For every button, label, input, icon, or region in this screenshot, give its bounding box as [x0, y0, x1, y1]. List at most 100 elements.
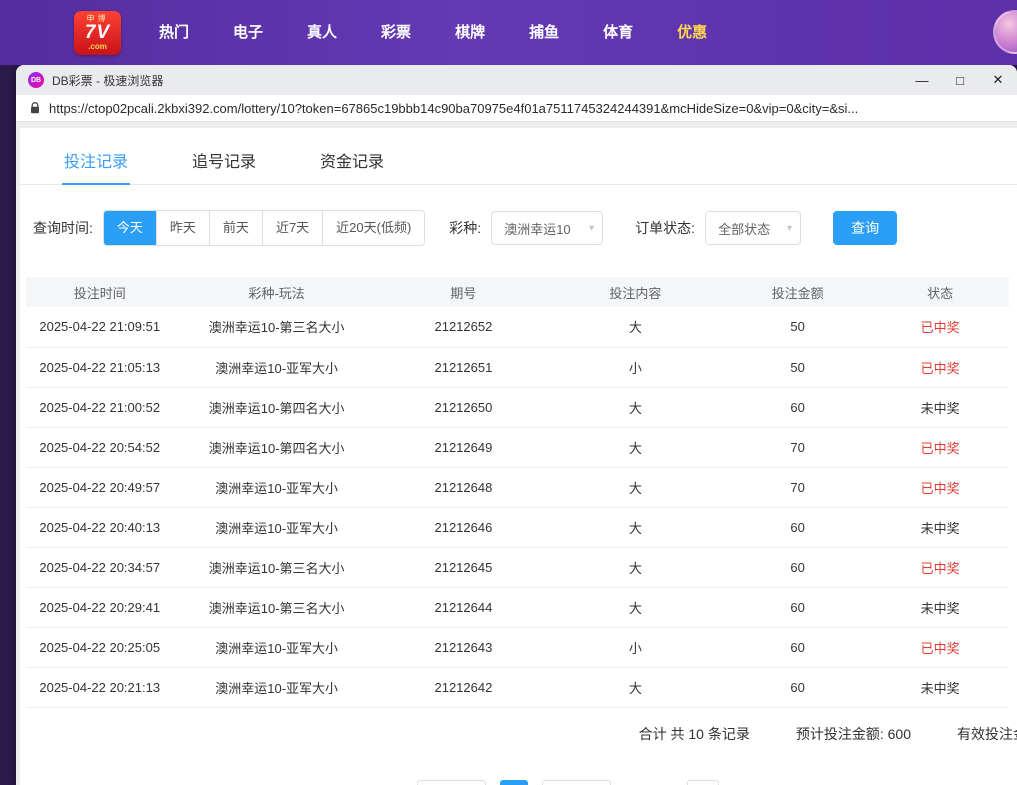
table-cell: 2025-04-22 20:54:52 — [26, 427, 173, 467]
records-card: 投注记录 追号记录 资金记录 查询时间: 今天昨天前天近7天近20天(低频) 彩种:… — [20, 128, 1017, 785]
nav-item-热门[interactable]: 热门 — [137, 0, 211, 65]
nav-item-优惠[interactable]: 优惠 — [655, 0, 729, 65]
window-title: DB彩票 - 极速浏览器 — [52, 72, 163, 89]
nav-item-电子[interactable]: 电子 — [211, 0, 285, 65]
filter-bar: 查询时间: 今天昨天前天近7天近20天(低频) 彩种: 澳洲幸运10 ▾ 订单状… — [20, 185, 1017, 246]
table-cell: 澳洲幸运10-亚军大小 — [173, 347, 379, 387]
lottery-filter-label: 彩种: — [449, 218, 481, 238]
query-button[interactable]: 查询 — [833, 211, 897, 245]
site-logo[interactable]: 申博 7V .com — [74, 11, 121, 55]
table-cell: 50 — [724, 307, 871, 347]
table-header-cell: 彩种-玩法 — [173, 277, 379, 307]
table-cell: 小 — [547, 627, 724, 667]
chevron-down-icon: ▾ — [787, 223, 792, 234]
summary-total: 合计 共 10 条记录 — [639, 724, 750, 744]
goto-page-input[interactable] — [687, 780, 719, 785]
window-controls: — □ ✕ — [903, 65, 1017, 95]
table-cell: 60 — [724, 507, 871, 547]
minimize-button[interactable]: — — [903, 65, 941, 95]
top-navbar: 申博 7V .com 热门电子真人彩票棋牌捕鱼体育优惠 — [0, 0, 1017, 65]
maximize-button[interactable]: □ — [941, 65, 979, 95]
summary-valid: 有效投注金额 — [957, 724, 1017, 744]
status-cell: 已中奖 — [871, 547, 1009, 587]
nav-item-体育[interactable]: 体育 — [581, 0, 655, 65]
lottery-select[interactable]: 澳洲幸运10 ▾ — [491, 211, 603, 245]
goto-page: 前往 页 — [653, 780, 740, 785]
table-cell: 21212649 — [380, 427, 547, 467]
time-filter-label: 查询时间: — [33, 218, 93, 238]
table-row: 2025-04-22 21:05:13澳洲幸运10-亚军大小21212651小5… — [26, 347, 1009, 387]
time-filter-chip[interactable]: 前天 — [209, 211, 262, 245]
table-cell: 大 — [547, 667, 724, 707]
table-cell: 60 — [724, 387, 871, 427]
table-body: 2025-04-22 21:09:51澳洲幸运10-第三名大小21212652大… — [26, 307, 1009, 707]
table-cell: 澳洲幸运10-第三名大小 — [173, 307, 379, 347]
table-cell: 21212652 — [380, 307, 547, 347]
table-cell: 2025-04-22 21:09:51 — [26, 307, 173, 347]
chevron-down-icon: ▾ — [589, 223, 594, 234]
table-cell: 21212646 — [380, 507, 547, 547]
status-select[interactable]: 全部状态 ▾ — [705, 211, 801, 245]
summary-expected: 预计投注金额: 600 — [796, 724, 911, 744]
status-cell: 已中奖 — [871, 347, 1009, 387]
table-cell: 70 — [724, 427, 871, 467]
table-cell: 大 — [547, 547, 724, 587]
table-cell: 60 — [724, 627, 871, 667]
table-cell: 2025-04-22 20:49:57 — [26, 467, 173, 507]
tab-追号记录[interactable]: 追号记录 — [192, 128, 256, 184]
table-row: 2025-04-22 21:09:51澳洲幸运10-第三名大小21212652大… — [26, 307, 1009, 347]
tab-投注记录[interactable]: 投注记录 — [64, 128, 128, 184]
summary-row: 合计 共 10 条记录 预计投注金额: 600 有效投注金额 — [20, 708, 1017, 744]
table-row: 2025-04-22 20:29:41澳洲幸运10-第三名大小21212644大… — [26, 587, 1009, 627]
nav-item-捕鱼[interactable]: 捕鱼 — [507, 0, 581, 65]
status-cell: 已中奖 — [871, 627, 1009, 667]
table-cell: 澳洲幸运10-亚军大小 — [173, 627, 379, 667]
logo-sub-text: .com — [88, 42, 107, 51]
table-cell: 50 — [724, 347, 871, 387]
table-header-cell: 状态 — [871, 277, 1009, 307]
lock-icon — [30, 102, 40, 114]
time-filter-chip[interactable]: 今天 — [104, 211, 156, 245]
user-avatar[interactable] — [993, 10, 1017, 54]
table-row: 2025-04-22 20:21:13澳洲幸运10-亚军大小21212642大6… — [26, 667, 1009, 707]
tab-资金记录[interactable]: 资金记录 — [320, 128, 384, 184]
table-cell: 70 — [724, 467, 871, 507]
current-page-button[interactable]: 1 — [500, 780, 528, 785]
lottery-select-value: 澳洲幸运10 — [504, 219, 570, 238]
url-bar[interactable]: https://ctop02pcali.2kbxi392.com/lottery… — [16, 95, 1017, 122]
table-cell: 大 — [547, 387, 724, 427]
table-cell: 60 — [724, 587, 871, 627]
time-filter-chip[interactable]: 近7天 — [262, 211, 322, 245]
table-header-cell: 期号 — [380, 277, 547, 307]
table-cell: 2025-04-22 21:05:13 — [26, 347, 173, 387]
page-content: 投注记录 追号记录 资金记录 查询时间: 今天昨天前天近7天近20天(低频) 彩种:… — [16, 122, 1017, 785]
nav-item-真人[interactable]: 真人 — [285, 0, 359, 65]
status-cell: 已中奖 — [871, 427, 1009, 467]
nav-item-棋牌[interactable]: 棋牌 — [433, 0, 507, 65]
table-cell: 21212645 — [380, 547, 547, 587]
next-page-button[interactable]: 下一页 — [542, 780, 611, 785]
table-cell: 澳洲幸运10-第三名大小 — [173, 547, 379, 587]
url-text: https://ctop02pcali.2kbxi392.com/lottery… — [49, 101, 858, 116]
table-cell: 澳洲幸运10-亚军大小 — [173, 467, 379, 507]
time-filter-chip[interactable]: 昨天 — [156, 211, 209, 245]
table-header-cell: 投注金额 — [724, 277, 871, 307]
records-table: 投注时间彩种-玩法期号投注内容投注金额状态 2025-04-22 21:09:5… — [26, 277, 1009, 708]
table-cell: 小 — [547, 347, 724, 387]
table-cell: 澳洲幸运10-亚军大小 — [173, 507, 379, 547]
browser-window: DB DB彩票 - 极速浏览器 — □ ✕ https://ctop02pcal… — [16, 65, 1017, 785]
table-header-cell: 投注时间 — [26, 277, 173, 307]
prev-page-button[interactable]: 上一页 — [417, 780, 486, 785]
table-row: 2025-04-22 20:25:05澳洲幸运10-亚军大小21212643小6… — [26, 627, 1009, 667]
status-cell: 已中奖 — [871, 467, 1009, 507]
nav-item-彩票[interactable]: 彩票 — [359, 0, 433, 65]
table-cell: 2025-04-22 20:25:05 — [26, 627, 173, 667]
time-filter-chip[interactable]: 近20天(低频) — [322, 211, 424, 245]
table-row: 2025-04-22 20:54:52澳洲幸运10-第四名大小21212649大… — [26, 427, 1009, 467]
status-cell: 未中奖 — [871, 587, 1009, 627]
table-cell: 澳洲幸运10-第四名大小 — [173, 387, 379, 427]
table-header-row: 投注时间彩种-玩法期号投注内容投注金额状态 — [26, 277, 1009, 307]
close-button[interactable]: ✕ — [979, 65, 1017, 95]
status-filter-label: 订单状态: — [635, 218, 695, 238]
table-cell: 60 — [724, 667, 871, 707]
